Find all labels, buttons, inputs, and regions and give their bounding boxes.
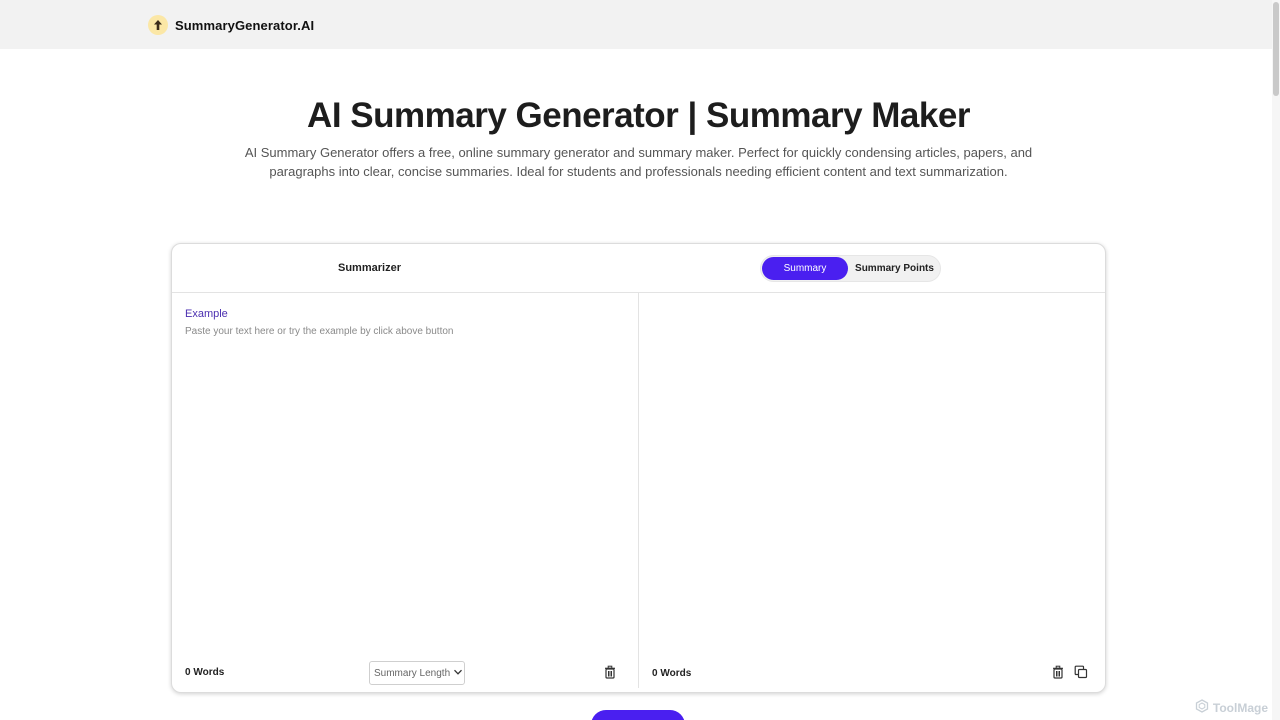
watermark-logo-icon: [1195, 699, 1209, 716]
brand-name: SummaryGenerator.AI: [175, 17, 315, 33]
input-textarea[interactable]: [185, 326, 625, 646]
input-word-count: 0 Words: [185, 667, 225, 678]
watermark-text: ToolMage: [1212, 700, 1268, 715]
panel-divider: [638, 293, 639, 688]
output-word-count: 0 Words: [652, 668, 692, 679]
page-title: AI Summary Generator | Summary Maker: [307, 96, 970, 135]
brand-link[interactable]: SummaryGenerator.AI: [148, 15, 314, 35]
watermark: ToolMage: [1195, 699, 1268, 716]
example-link[interactable]: Example: [185, 308, 228, 320]
page-description: AI Summary Generator offers a free, onli…: [244, 145, 1033, 179]
clear-input-trash-icon[interactable]: [603, 665, 617, 679]
summarize-button[interactable]: [591, 710, 685, 720]
summarizer-card: Summarizer Summary Summary Points Exampl…: [171, 243, 1106, 693]
mode-toggle: Summary Summary Points: [760, 255, 941, 282]
chevron-down-icon: [453, 667, 463, 680]
summary-length-select[interactable]: Summary Length: [369, 661, 465, 685]
card-header: Summarizer Summary Summary Points: [172, 244, 1105, 293]
copy-icon[interactable]: [1074, 665, 1088, 679]
upload-arrow-icon: [148, 15, 168, 35]
summary-mode-button[interactable]: Summary: [762, 257, 848, 280]
summary-length-label: Summary Length: [374, 667, 451, 679]
scrollbar-thumb[interactable]: [1273, 2, 1279, 96]
summary-points-mode-button[interactable]: Summary Points: [849, 257, 940, 280]
clear-output-trash-icon[interactable]: [1051, 665, 1065, 679]
summarizer-title: Summarizer: [338, 262, 401, 274]
top-navbar: SummaryGenerator.AI: [0, 0, 1280, 49]
